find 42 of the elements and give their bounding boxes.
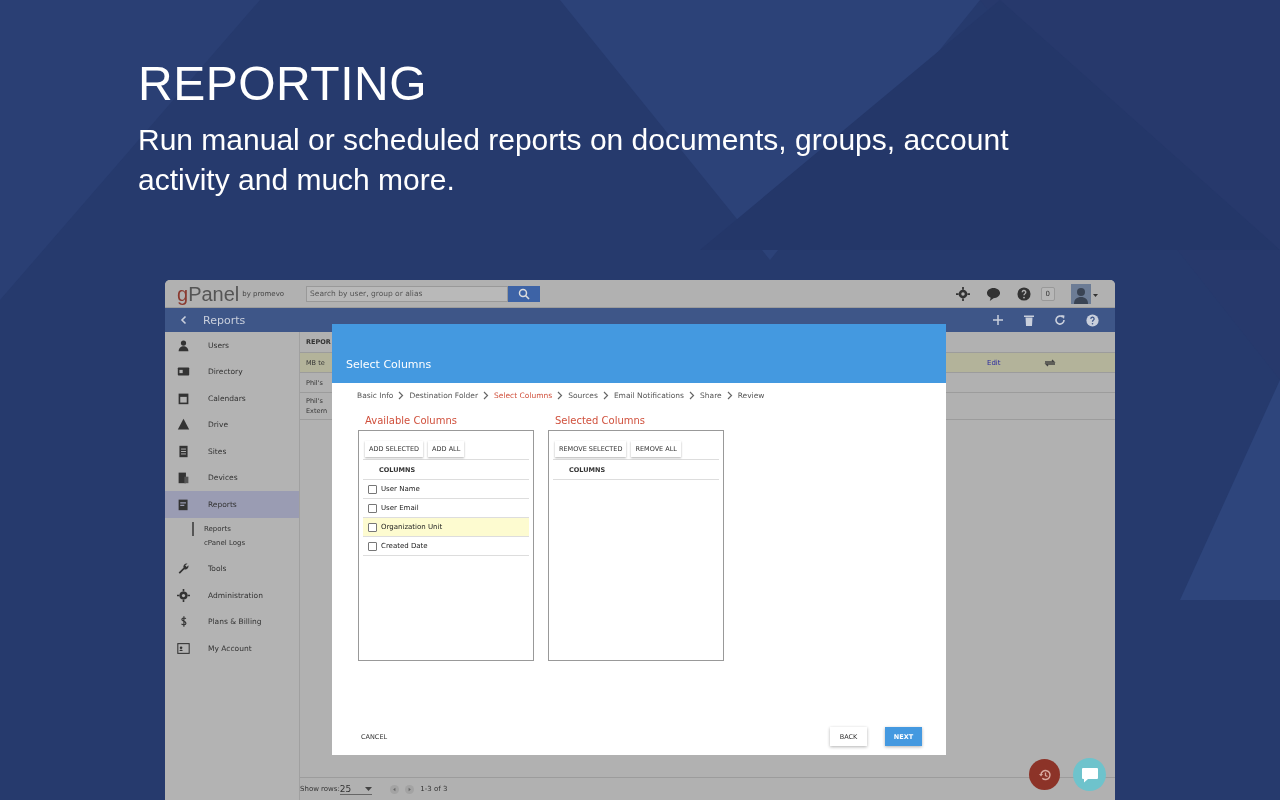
checkbox[interactable] <box>368 484 377 494</box>
checkbox[interactable] <box>368 503 377 513</box>
panel-title: Available Columns <box>364 415 458 426</box>
add-icon[interactable] <box>992 314 1004 326</box>
search-button[interactable] <box>508 285 541 302</box>
feedback-icon[interactable] <box>985 286 1001 301</box>
chevron-icon <box>398 391 405 400</box>
avatar-menu-icon[interactable] <box>1071 283 1099 304</box>
person-icon <box>177 338 190 352</box>
page-subtitle: Run manual or scheduled reports on documents, groups, account activity and much more. <box>138 122 1010 198</box>
chevron-icon <box>602 391 609 400</box>
page-title: Reports <box>203 313 246 327</box>
dialog-title: Select Columns <box>346 358 432 371</box>
history-icon <box>1037 767 1052 782</box>
page-heading: REPORTING <box>138 56 428 112</box>
gear-icon <box>177 588 190 602</box>
calendar-icon <box>177 391 190 405</box>
checkbox[interactable] <box>368 541 377 551</box>
trash-icon[interactable] <box>1024 314 1034 326</box>
devices-icon <box>177 471 190 485</box>
chevron-icon <box>726 391 733 400</box>
checkbox[interactable] <box>368 522 377 532</box>
search-icon <box>518 287 531 300</box>
swap-arrows-icon[interactable] <box>1044 358 1056 367</box>
help-icon[interactable] <box>1086 313 1099 327</box>
chevron-icon <box>689 391 695 400</box>
refresh-icon[interactable] <box>1054 314 1066 326</box>
contact-card-icon <box>177 365 190 379</box>
settings-icon[interactable] <box>955 286 970 301</box>
report-icon <box>177 497 190 511</box>
list-icon <box>177 444 190 458</box>
rows-select[interactable]: 25 <box>339 783 373 795</box>
help-icon[interactable] <box>1016 286 1031 301</box>
chevron-icon <box>483 391 490 400</box>
panel-title: Selected Columns <box>554 415 647 426</box>
chevron-icon <box>557 391 564 400</box>
wrench-icon <box>177 562 190 576</box>
caret-icon <box>365 786 373 791</box>
account-card-icon <box>177 641 190 655</box>
chat-icon <box>1080 766 1099 783</box>
logo: gPanel <box>177 282 240 305</box>
triangle-icon <box>177 418 190 432</box>
